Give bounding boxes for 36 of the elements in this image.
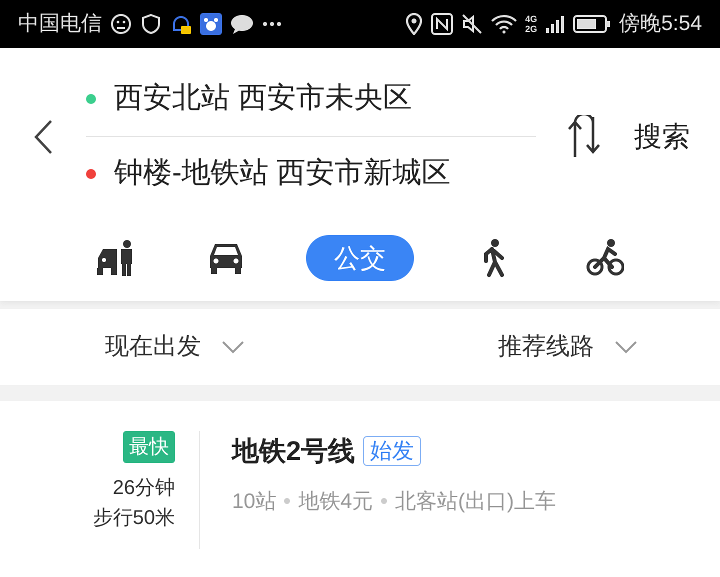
fastest-badge: 最快 xyxy=(123,431,175,463)
network-type: 2G xyxy=(525,24,538,34)
route-detail: 北客站(出口)上车 xyxy=(395,488,556,514)
nfc-icon xyxy=(431,13,454,35)
swap-arrows-icon xyxy=(566,114,602,158)
car-with-person-icon xyxy=(96,238,134,278)
filter-dropdown[interactable]: 现在出发 xyxy=(105,329,245,365)
clock: 傍晚5:54 xyxy=(619,11,702,38)
more-dots-icon xyxy=(262,21,282,27)
route-detail: 地铁4元 xyxy=(298,488,374,514)
location-pin-icon xyxy=(405,13,424,35)
route-card[interactable]: 最快 26分钟 步行50米 地铁2号线 始发 10站 地铁4元 北客站(出口)上车 xyxy=(0,401,720,577)
network-type: 4G xyxy=(525,14,538,24)
back-icon xyxy=(33,118,53,154)
shield-icon xyxy=(140,13,162,35)
chevron-down-icon xyxy=(614,340,638,354)
route-detail: 10站 xyxy=(232,488,276,514)
travel-mode-tab[interactable]: 公交 xyxy=(306,235,414,281)
battery-icon xyxy=(573,14,612,34)
signal-icon xyxy=(545,14,566,34)
walk-distance-text: 步行50米 xyxy=(92,506,175,531)
message-icon xyxy=(230,13,254,35)
wifi-icon xyxy=(491,14,518,34)
filter-dropdown[interactable]: 推荐线路 xyxy=(498,329,638,365)
chevron-down-icon xyxy=(221,340,245,354)
paw-icon xyxy=(200,13,222,35)
muted-speaker-icon xyxy=(461,13,484,35)
route-point-field[interactable]: 西安北站 西安市未央区 xyxy=(86,62,536,136)
duration-text: 26分钟 xyxy=(112,476,175,501)
cyclist-icon xyxy=(586,238,624,278)
origin-tag: 始发 xyxy=(363,436,422,466)
line-name: 地铁2号线 xyxy=(232,435,356,468)
search-button[interactable]: 搜索 xyxy=(634,116,690,158)
face-icon xyxy=(110,13,132,35)
route-point-field[interactable]: 钟楼-地铁站 西安市新城区 xyxy=(86,136,536,210)
carrier-name: 中国电信 xyxy=(18,11,102,38)
